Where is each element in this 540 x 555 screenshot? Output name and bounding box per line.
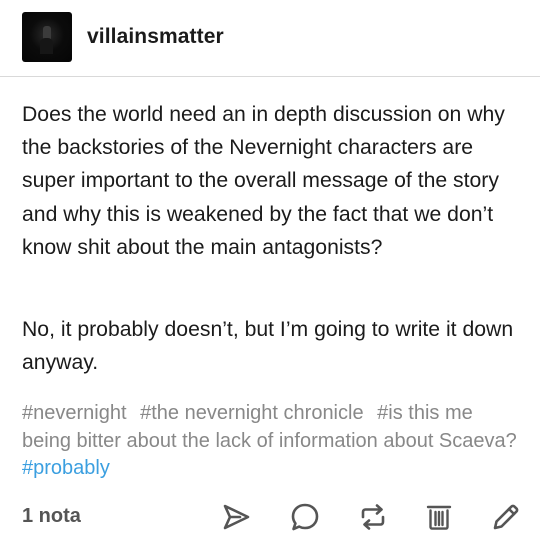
tag-link-highlighted[interactable]: #probably [22, 457, 110, 479]
post-paragraph-1: Does the world need an in depth discussi… [22, 103, 505, 259]
post-footer: 1 nota [0, 490, 540, 545]
reply-icon[interactable] [289, 501, 321, 533]
username-link[interactable]: villainsmatter [87, 25, 224, 49]
post-header: villainsmatter [0, 0, 540, 77]
avatar[interactable] [22, 12, 72, 62]
tag-link[interactable]: #nevernight [22, 402, 127, 424]
post-paragraph-2: No, it probably doesn’t, but I’m going t… [22, 318, 514, 375]
notes-count[interactable]: 1 nota [22, 505, 81, 528]
tag-link[interactable]: #the nevernight chronicle [140, 402, 363, 424]
post-card: villainsmatter Does the world need an in… [0, 0, 540, 555]
edit-icon[interactable] [490, 501, 522, 533]
avatar-figure-body [40, 38, 53, 54]
share-icon[interactable] [220, 501, 252, 533]
tag-list: #nevernight #the nevernight chronicle #i… [22, 400, 527, 483]
delete-icon[interactable] [423, 501, 455, 533]
reblog-icon[interactable] [357, 501, 389, 533]
